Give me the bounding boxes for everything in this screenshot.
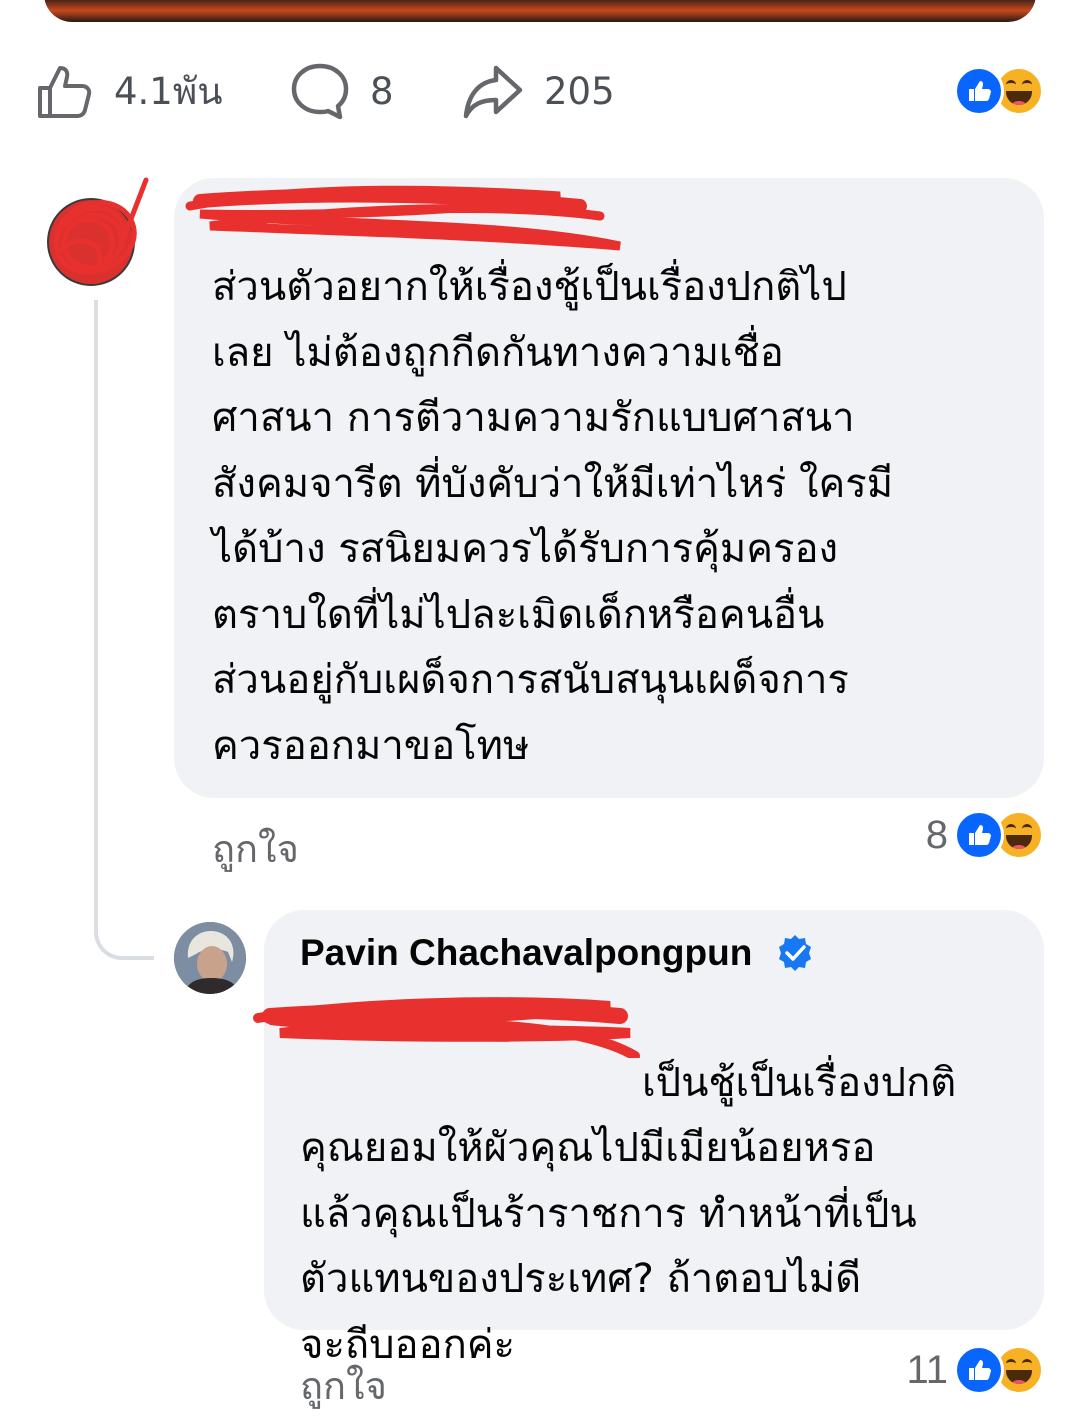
post-reactions[interactable] <box>954 66 1044 116</box>
reaction-count: 11 <box>906 1347 948 1392</box>
reply-reactions[interactable]: 11 <box>906 1345 1044 1395</box>
like-reply-link[interactable]: ถูกใจ <box>300 1355 387 1416</box>
like-count: 4.1พัน <box>114 69 223 113</box>
avatar-redacted[interactable] <box>36 170 152 290</box>
like-comment-link[interactable]: ถูกใจ <box>212 818 299 879</box>
thumbs-up-icon <box>38 66 92 118</box>
comment-bubble-icon <box>291 63 349 120</box>
share-count: 205 <box>544 69 615 113</box>
author-name-redacted <box>185 185 621 251</box>
share-arrow-icon <box>463 65 523 119</box>
author-name: Pavin Chachavalpongpun <box>300 932 753 973</box>
verified-badge-icon <box>779 935 812 971</box>
comment-reactions[interactable]: 8 <box>926 810 1044 860</box>
reply-text-body: เป็นชู้เป็นเรื่องปกติ คุณยอมให้ผัวคุณไปม… <box>300 1059 957 1368</box>
like-reaction-icon <box>954 66 1004 116</box>
comment-count: 8 <box>370 69 394 113</box>
comment-button[interactable]: 8 <box>290 56 394 126</box>
like-reaction-icon <box>954 1345 1004 1395</box>
post-image-partial[interactable] <box>44 0 1036 22</box>
reaction-count: 8 <box>925 812 948 857</box>
reply-thread-line <box>94 300 154 960</box>
post-action-bar: 4.1พัน 8 205 <box>0 56 1080 126</box>
mention-redacted <box>253 997 640 1058</box>
comment-text: ส่วนตัวอยากให้เรื่องชู้เป็นเรื่องปกติไป … <box>212 264 894 769</box>
comment-author[interactable]: Pavin Chachavalpongpun <box>300 932 814 974</box>
like-reaction-icon <box>954 810 1004 860</box>
share-button[interactable]: 205 <box>462 56 615 126</box>
like-button[interactable]: 4.1พัน <box>36 56 223 126</box>
avatar[interactable] <box>174 922 246 994</box>
